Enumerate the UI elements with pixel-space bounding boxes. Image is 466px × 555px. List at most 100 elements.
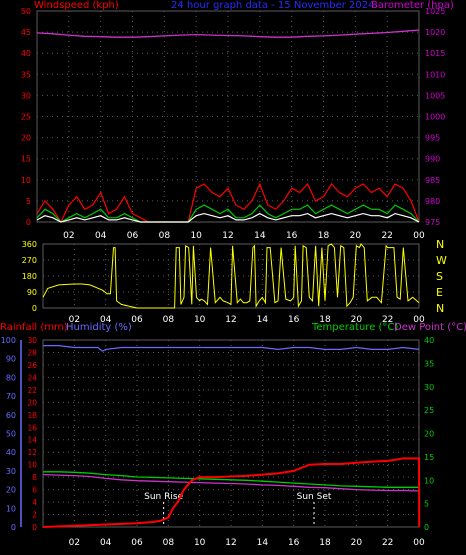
- temperature-tick-label: 5: [424, 500, 429, 509]
- barometer-tick-label: 980: [425, 197, 440, 206]
- humidity-tick-label: 100: [1, 336, 16, 345]
- compass-label: W: [436, 254, 447, 267]
- rainfall-tick-label: 14: [27, 436, 37, 445]
- hour-label: 08: [159, 231, 171, 241]
- hour-label: 16: [286, 231, 298, 241]
- windspeed-tick-label: 45: [21, 28, 31, 37]
- windspeed-tick-label: 35: [21, 70, 31, 79]
- compass-label: N: [436, 302, 444, 315]
- rainfall-tick-label: 20: [27, 398, 37, 407]
- windspeed-tick-label: 0: [26, 218, 31, 227]
- windspeed-tick-label: 30: [21, 91, 31, 100]
- hour-label: 12: [225, 315, 236, 325]
- humidity-tick-label: 80: [6, 373, 16, 382]
- temperature-tick-label: 10: [424, 476, 434, 485]
- hour-label: 20: [350, 231, 362, 241]
- hour-label: 06: [131, 538, 143, 548]
- rainfall-tick-label: 22: [27, 386, 37, 395]
- hour-label: 10: [194, 538, 206, 548]
- direction-tick-label: 180: [22, 272, 37, 281]
- rainfall-tick-label: 8: [32, 473, 37, 482]
- direction-tick-label: 90: [27, 288, 37, 297]
- humidity-tick-label: 40: [6, 448, 16, 457]
- hour-label: 22: [382, 538, 393, 548]
- rainfall-tick-label: 2: [32, 511, 37, 520]
- temperature-line: [43, 471, 419, 488]
- hour-label: 22: [381, 231, 392, 241]
- temperature-tick-label: 15: [424, 453, 434, 462]
- humidity-tick-label: 30: [6, 467, 16, 476]
- hour-label: 18: [318, 231, 330, 241]
- hour-label: 00: [413, 538, 425, 548]
- windspeed-axis-title: Windspeed (kph): [34, 0, 119, 11]
- humidity-tick-label: 50: [6, 430, 16, 439]
- humidity-tick-label: 60: [6, 411, 16, 420]
- hour-label: 02: [63, 231, 74, 241]
- windspeed-tick-label: 10: [21, 176, 31, 185]
- humidity-tick-label: 0: [11, 523, 16, 532]
- hour-label: 06: [127, 231, 139, 241]
- hour-label: 00: [413, 231, 425, 241]
- wind-barometer-panel: Windspeed (kph) 24 hour graph data - 15 N…: [21, 0, 454, 241]
- dewpoint-axis-title: Dew Point (°C): [394, 322, 466, 333]
- barometer-tick-label: 1010: [425, 70, 445, 79]
- hour-label: 16: [288, 538, 300, 548]
- hour-label: 10: [194, 315, 206, 325]
- temperature-tick-label: 35: [424, 359, 434, 368]
- hour-label: 10: [190, 231, 202, 241]
- sun-set-label: Sun Set: [297, 492, 332, 502]
- hour-label: 08: [163, 538, 175, 548]
- hour-label: 06: [131, 315, 143, 325]
- hour-label: 12: [222, 231, 233, 241]
- direction-tick-label: 0: [32, 304, 37, 313]
- hour-label: 08: [163, 315, 175, 325]
- rainfall-tick-label: 10: [27, 461, 37, 470]
- windspeed-tick-label: 25: [21, 113, 31, 122]
- hour-label: 12: [225, 538, 236, 548]
- humidity-tick-label: 90: [6, 355, 16, 364]
- hour-label: 14: [254, 231, 266, 241]
- direction-tick-label: 360: [22, 240, 37, 249]
- chart-title: 24 hour graph data - 15 November 2024: [171, 0, 374, 11]
- windspeed-tick-label: 5: [26, 197, 31, 206]
- rainfall-tick-label: 30: [27, 336, 37, 345]
- hour-label: 18: [319, 538, 331, 548]
- compass-label: N: [436, 238, 444, 251]
- hour-label: 14: [257, 538, 269, 548]
- humidity-axis-title: Humidity (%): [66, 322, 132, 333]
- rainfall-tick-label: 18: [27, 411, 37, 420]
- humidity-tick-label: 70: [6, 392, 16, 401]
- rainfall-tick-label: 16: [27, 423, 37, 432]
- temperature-tick-label: 20: [424, 430, 434, 439]
- wind-direction-panel: 090180270360 NWSEN02 04 06 08 10 12 14 16 18 20 22 0…: [22, 238, 447, 325]
- barometer-tick-label: 975: [425, 218, 440, 227]
- humidity-tick-label: 10: [6, 504, 16, 513]
- barometer-tick-label: 1000: [425, 113, 445, 122]
- temperature-tick-label: 30: [424, 383, 434, 392]
- compass-label: S: [436, 270, 443, 283]
- temperature-tick-label: 25: [424, 406, 434, 415]
- windspeed-tick-label: 20: [21, 134, 31, 143]
- humidity-tick-label: 20: [6, 486, 16, 495]
- rain-humidity-temperature-panel: Rainfall (mm)Humidity (%) Temperature (°C…: [0, 322, 466, 548]
- rainfall-line: [42, 457, 421, 528]
- barometer-tick-label: 1025: [425, 7, 445, 16]
- windspeed-tick-label: 50: [21, 7, 31, 16]
- rainfall-tick-label: 28: [27, 348, 37, 357]
- hour-label: 16: [288, 315, 300, 325]
- hour-label: 14: [257, 315, 269, 325]
- barometer-tick-label: 1020: [425, 28, 445, 37]
- barometer-tick-label: 1015: [425, 49, 445, 58]
- rainfall-tick-label: 12: [27, 448, 37, 457]
- barometer-tick-label: 985: [425, 176, 440, 185]
- hour-label: 02: [69, 538, 80, 548]
- hour-label: 04: [95, 231, 107, 241]
- barometer-tick-label: 995: [425, 134, 440, 143]
- rainfall-tick-label: 24: [27, 373, 37, 382]
- rainfall-tick-label: 0: [32, 523, 37, 532]
- barometer-tick-label: 990: [425, 155, 440, 164]
- panel3-frame: [42, 339, 420, 528]
- weather-graph: Windspeed (kph) 24 hour graph data - 15 N…: [0, 0, 466, 548]
- rainfall-tick-label: 6: [32, 486, 37, 495]
- hour-label: 04: [100, 538, 112, 548]
